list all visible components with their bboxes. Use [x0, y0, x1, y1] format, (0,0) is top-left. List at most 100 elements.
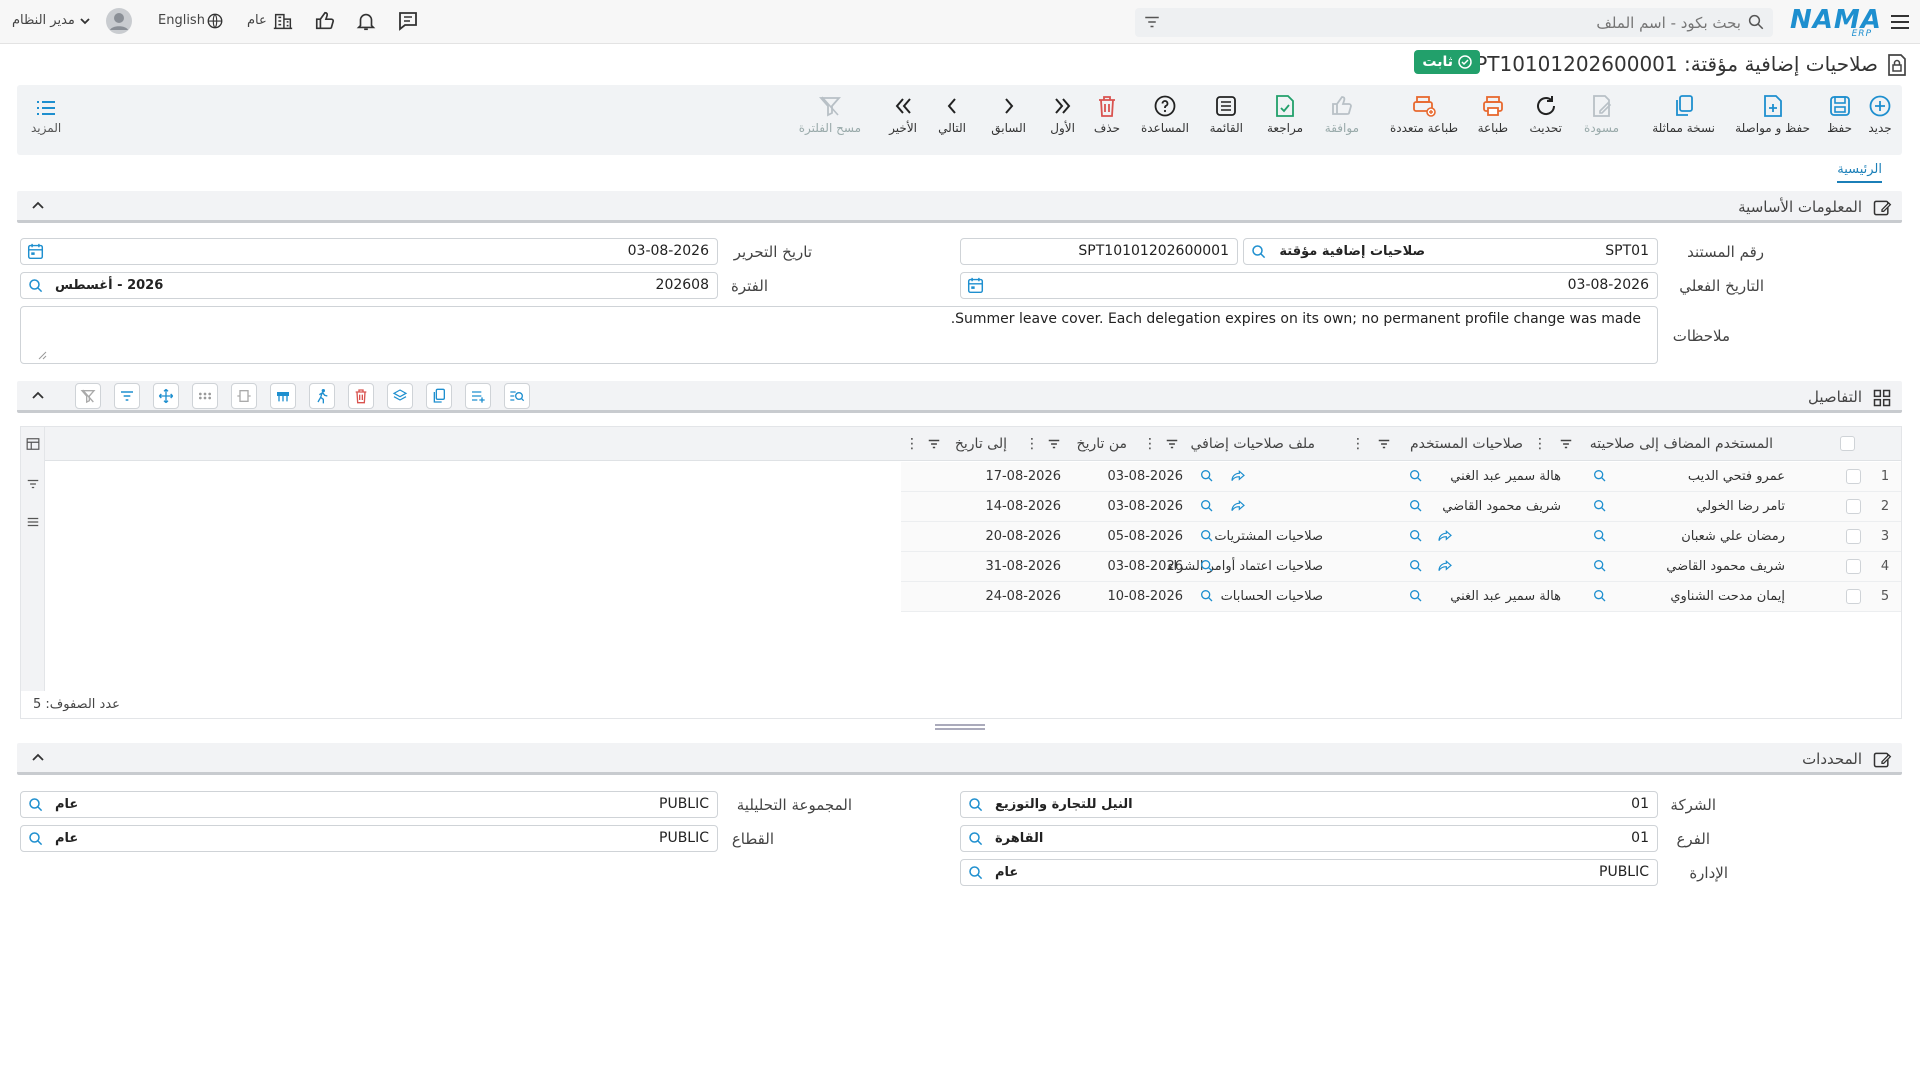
lookup-icon[interactable]: [1592, 558, 1608, 574]
table-insert-icon[interactable]: [270, 383, 296, 409]
cell-user-perms[interactable]: هالة سمير عبد الغني: [1450, 589, 1561, 604]
actual-date-field[interactable]: 03-08-2026: [960, 272, 1658, 299]
row-checkbox[interactable]: [1846, 499, 1861, 514]
cell-to-date[interactable]: 20-08-2026: [985, 529, 1061, 544]
context-label[interactable]: عام: [247, 13, 267, 28]
cell-user-perms[interactable]: هالة سمير عبد الغني: [1450, 469, 1561, 484]
cell-from-date[interactable]: 05-08-2026: [1107, 529, 1183, 544]
delete-button[interactable]: حذف: [1094, 91, 1120, 135]
chevron-up-icon[interactable]: [31, 390, 45, 400]
row-checkbox[interactable]: [1846, 559, 1861, 574]
duplicate-button[interactable]: نسخة مماثلة: [1652, 91, 1715, 135]
more-button[interactable]: المزيد: [31, 97, 61, 135]
row-checkbox[interactable]: [1846, 589, 1861, 604]
help-button[interactable]: المساعدة: [1141, 91, 1189, 135]
layers-icon[interactable]: [387, 383, 413, 409]
language-switch[interactable]: English: [158, 13, 205, 28]
details-section-header[interactable]: التفاصيل: [17, 381, 1902, 413]
period-field[interactable]: 202608 2026 - أغسطس: [20, 272, 718, 299]
branch-field[interactable]: 01 القاهرة: [960, 825, 1658, 852]
cell-extra-file[interactable]: صلاحيات الحسابات: [1221, 589, 1323, 604]
move-icon[interactable]: [153, 383, 179, 409]
run-icon[interactable]: [309, 383, 335, 409]
chat-icon[interactable]: [396, 10, 420, 32]
lookup-icon[interactable]: [1408, 558, 1424, 574]
save-button[interactable]: حفظ: [1827, 91, 1852, 135]
column-menu-icon[interactable]: ⋮: [1533, 436, 1547, 452]
list-button[interactable]: القائمة: [1210, 91, 1243, 135]
draft-button[interactable]: مسودة: [1584, 91, 1619, 135]
determinants-section-header[interactable]: المحددات: [17, 743, 1902, 775]
cell-added-user[interactable]: تامر رضا الخولي: [1696, 499, 1785, 514]
lookup-icon[interactable]: [1199, 588, 1215, 604]
row-checkbox[interactable]: [1846, 529, 1861, 544]
avatar[interactable]: [106, 8, 132, 34]
column-header-added-user[interactable]: المستخدم المضاف إلى صلاحيته: [1590, 436, 1773, 452]
share-icon[interactable]: [1230, 498, 1246, 514]
search-input[interactable]: [1201, 12, 1741, 33]
lookup-icon[interactable]: [1199, 558, 1215, 574]
lookup-icon[interactable]: [1592, 468, 1608, 484]
print-button[interactable]: طباعة: [1478, 91, 1508, 135]
lookup-icon[interactable]: [27, 277, 45, 295]
column-menu-icon[interactable]: ⋮: [1025, 436, 1039, 452]
table-row[interactable]: 1 عمرو فتحي الديب هالة سمير عبد الغني 03…: [901, 462, 1901, 492]
column-menu-icon[interactable]: ⋮: [1143, 436, 1157, 452]
table-row[interactable]: 2 تامر رضا الخولي شريف محمود القاضي 03-0…: [901, 492, 1901, 522]
lookup-icon[interactable]: [967, 830, 985, 848]
table-settings-icon[interactable]: [26, 437, 40, 451]
filter-icon[interactable]: [1143, 14, 1161, 30]
refresh-button[interactable]: تحديث: [1529, 91, 1562, 135]
table-row[interactable]: 4 شريف محمود القاضي صلاحيات اعتماد أوامر…: [901, 552, 1901, 582]
company-field[interactable]: 01 النيل للتجارة والتوزيع: [960, 791, 1658, 818]
copy-icon[interactable]: [426, 383, 452, 409]
chevron-up-icon[interactable]: [31, 752, 45, 762]
building-icon[interactable]: [272, 10, 294, 32]
basic-info-section-header[interactable]: المعلومات الأساسية: [17, 191, 1902, 223]
dots-grid-icon[interactable]: [192, 383, 218, 409]
search-icon[interactable]: [1747, 13, 1765, 31]
cell-from-date[interactable]: 03-08-2026: [1107, 469, 1183, 484]
share-icon[interactable]: [1437, 558, 1453, 574]
notes-field[interactable]: Summer leave cover. Each delegation expi…: [20, 306, 1658, 364]
lookup-icon[interactable]: [1250, 243, 1268, 261]
user-menu[interactable]: مدير النظام: [12, 13, 91, 28]
lookup-icon[interactable]: [1199, 468, 1215, 484]
column-menu-icon[interactable]: ⋮: [1351, 436, 1365, 452]
cell-from-date[interactable]: 03-08-2026: [1107, 559, 1183, 574]
lookup-icon[interactable]: [1408, 468, 1424, 484]
column-menu-icon[interactable]: ⋮: [905, 436, 919, 452]
globe-icon[interactable]: [206, 12, 224, 30]
cell-added-user[interactable]: إيمان مدحت الشناوي: [1670, 589, 1785, 604]
first-button[interactable]: الأول: [1050, 91, 1075, 135]
cell-added-user[interactable]: شريف محمود القاضي: [1666, 559, 1785, 574]
lookup-icon[interactable]: [1408, 528, 1424, 544]
lookup-icon[interactable]: [1592, 498, 1608, 514]
cell-to-date[interactable]: 24-08-2026: [985, 589, 1061, 604]
row-checkbox[interactable]: [1846, 469, 1861, 484]
column-header-to-date[interactable]: إلى تاريخ: [955, 436, 1007, 452]
lookup-icon[interactable]: [27, 796, 45, 814]
column-header-from-date[interactable]: من تاريخ: [1077, 436, 1127, 452]
filter-icon[interactable]: [26, 477, 40, 491]
column-width-icon[interactable]: [231, 383, 257, 409]
lookup-icon[interactable]: [967, 796, 985, 814]
select-all-checkbox[interactable]: [1840, 436, 1855, 451]
department-field[interactable]: PUBLIC عام: [960, 859, 1658, 886]
lookup-icon[interactable]: [27, 830, 45, 848]
doc-number-field[interactable]: SPT10101202600001: [960, 238, 1238, 265]
review-button[interactable]: مراجعة: [1267, 91, 1303, 135]
cell-added-user[interactable]: عمرو فتحي الديب: [1688, 469, 1785, 484]
lookup-icon[interactable]: [1408, 498, 1424, 514]
cell-to-date[interactable]: 17-08-2026: [985, 469, 1061, 484]
add-row-icon[interactable]: [465, 383, 491, 409]
bell-icon[interactable]: [355, 10, 377, 32]
column-header-user-perms[interactable]: صلاحيات المستخدم: [1410, 436, 1523, 452]
column-filter-icon[interactable]: [1377, 438, 1391, 450]
last-button[interactable]: الأخير: [889, 91, 917, 135]
lookup-icon[interactable]: [967, 864, 985, 882]
multi-print-button[interactable]: طباعة متعددة: [1390, 91, 1458, 135]
calendar-icon[interactable]: [27, 243, 44, 260]
previous-button[interactable]: السابق: [991, 91, 1026, 135]
column-filter-icon[interactable]: [1165, 438, 1179, 450]
